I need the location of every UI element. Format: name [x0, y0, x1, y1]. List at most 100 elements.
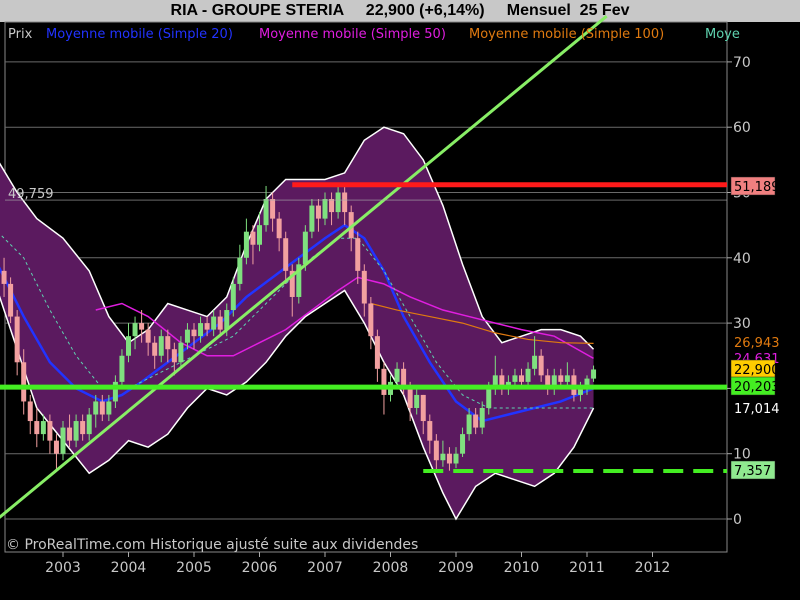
candle-body-87 [564, 375, 570, 382]
candle-body-53 [342, 192, 348, 213]
candle-body-15 [93, 401, 99, 415]
candle-body-24 [152, 342, 158, 356]
candle-body-51 [329, 199, 335, 213]
xtick-label-2003: 2003 [45, 560, 81, 576]
price-label-7-357: 7,357 [734, 464, 771, 479]
candle-body-21 [132, 323, 138, 337]
candle-body-32 [204, 323, 210, 330]
ytick-label-30: 30 [733, 316, 751, 332]
candle-body-70 [453, 453, 459, 464]
legend-item-2: Moyenne mobile (Simple 20) [46, 27, 233, 42]
ytick-label-70: 70 [733, 55, 751, 71]
candle-body-56 [361, 270, 367, 304]
xtick-label-2006: 2006 [242, 560, 278, 576]
candle-body-6 [34, 421, 40, 435]
candle-body-86 [558, 375, 564, 382]
candle-body-71 [460, 434, 466, 454]
candle-body-66 [427, 421, 433, 441]
candle-body-69 [446, 453, 452, 464]
price-label-17-014: 17,014 [734, 402, 780, 417]
candle-body-4 [21, 362, 27, 402]
candle-body-34 [217, 316, 223, 330]
candle-body-28 [178, 342, 184, 363]
candle-body-42 [270, 199, 276, 219]
candle-body-25 [158, 336, 164, 356]
candle-body-79 [512, 375, 518, 382]
candle-body-57 [368, 303, 374, 337]
candle-body-5 [27, 401, 33, 422]
candle-body-13 [80, 421, 86, 435]
xtick-label-2009: 2009 [438, 560, 474, 576]
candle-body-74 [479, 407, 485, 428]
candle-body-31 [198, 323, 204, 337]
candle-body-43 [276, 218, 282, 239]
candle-body-72 [466, 414, 472, 435]
candle-body-17 [106, 401, 112, 415]
candle-body-12 [73, 421, 79, 441]
price-label-51-189: 51,189 [734, 180, 780, 195]
ytick-label-10: 10 [733, 447, 751, 463]
candle-body-7 [40, 421, 46, 435]
candle-body-11 [67, 427, 73, 441]
candle-body-19 [119, 355, 125, 382]
xtick-label-2012: 2012 [635, 560, 671, 576]
candle-body-8 [47, 421, 53, 441]
candle-body-83 [538, 355, 544, 376]
candle-body-26 [165, 336, 171, 350]
candle-body-44 [283, 238, 289, 271]
ytick-label-0: 0 [733, 512, 742, 528]
candle-body-3 [14, 316, 20, 363]
candle-body-22 [139, 323, 145, 330]
candle-body-68 [440, 453, 446, 461]
candle-body-63 [407, 388, 413, 408]
xtick-label-2005: 2005 [176, 560, 212, 576]
candle-body-33 [211, 316, 217, 330]
candle-body-65 [420, 394, 426, 422]
candle-body-75 [486, 388, 492, 408]
xtick-label-2010: 2010 [504, 560, 540, 576]
price-label-20-203: 20,203 [734, 380, 780, 395]
legend-item-5: Moye [705, 27, 740, 42]
candle-body-9 [53, 440, 59, 454]
ytick-label-40: 40 [733, 251, 751, 267]
candle-body-67 [433, 440, 439, 461]
candle-body-64 [414, 394, 420, 408]
candle-body-48 [309, 205, 315, 232]
candle-body-2 [8, 283, 14, 317]
price-chart: 0102030405060702003200420052006200720082… [0, 15, 780, 576]
candle-body-23 [145, 329, 151, 343]
candle-body-37 [237, 257, 243, 284]
candle-body-1 [1, 270, 7, 284]
legend: Prix Moyenne mobile (Simple 20) Moyenne mo… [8, 27, 740, 42]
candle-body-20 [126, 336, 131, 356]
price-label-22-900: 22,900 [734, 363, 780, 378]
candle-body-41 [263, 199, 269, 226]
legend-item-3: Moyenne mobile (Simple 50) [259, 27, 446, 42]
xtick-label-2004: 2004 [111, 560, 147, 576]
candle-body-73 [473, 414, 479, 428]
candle-body-39 [250, 231, 256, 245]
xtick-label-2008: 2008 [373, 560, 409, 576]
candle-body-16 [99, 401, 105, 415]
candle-body-29 [184, 329, 190, 343]
candle-body-61 [394, 368, 400, 382]
footer-credit: © ProRealTime.com Historique ajusté suit… [6, 537, 418, 553]
candle-body-58 [374, 336, 380, 369]
xtick-label-2011: 2011 [569, 560, 605, 576]
legend-item-1: Prix [8, 27, 33, 42]
candle-body-59 [381, 368, 387, 395]
candle-body-30 [191, 329, 197, 337]
ytick-label-60: 60 [733, 120, 751, 136]
candle-body-52 [335, 192, 341, 213]
candle-body-49 [315, 205, 321, 219]
candle-body-91 [591, 369, 597, 379]
candle-body-47 [302, 231, 308, 265]
candle-body-80 [519, 375, 524, 382]
legend-item-4: Moyenne mobile (Simple 100) [469, 27, 664, 42]
candle-body-82 [532, 355, 538, 369]
candle-body-14 [86, 414, 92, 435]
candle-body-36 [230, 283, 236, 311]
candle-body-27 [171, 349, 177, 363]
candle-body-81 [525, 368, 531, 382]
price-label-26-943: 26,943 [734, 336, 780, 351]
